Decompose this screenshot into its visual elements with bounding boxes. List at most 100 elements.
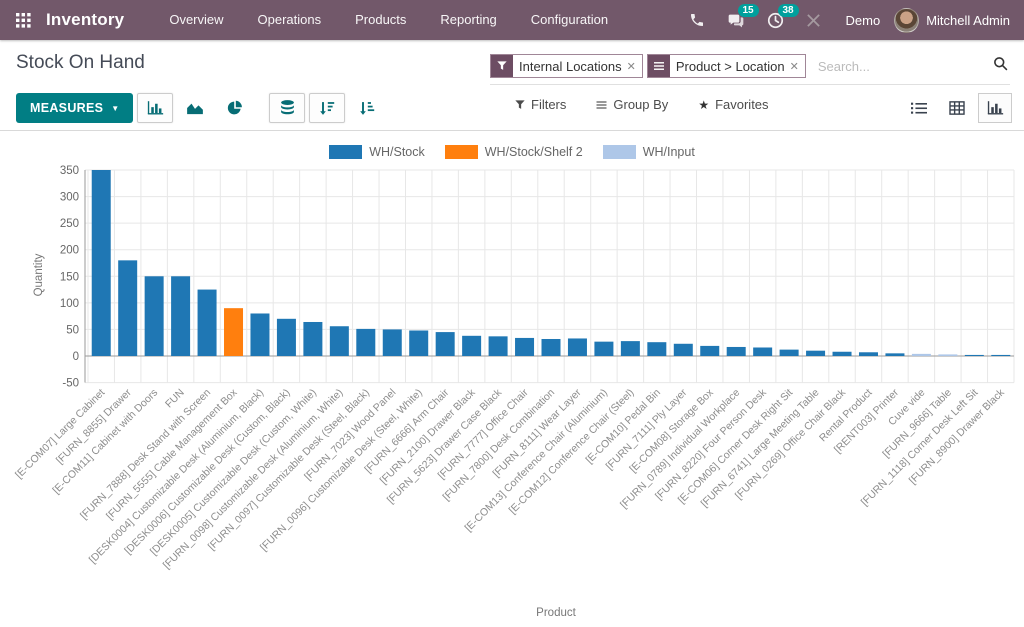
control-panel: Stock On Hand Internal Locations ✕ Produ… — [0, 40, 1024, 131]
bar-14[interactable] — [462, 336, 481, 356]
graph-view-button[interactable] — [978, 93, 1012, 123]
star-icon: ★ — [698, 98, 709, 112]
user-name: Mitchell Admin — [926, 13, 1010, 28]
bar-31[interactable] — [912, 354, 931, 356]
bar-33[interactable] — [965, 355, 984, 356]
bar-1[interactable] — [118, 260, 137, 356]
user-avatar — [894, 8, 919, 33]
debug-tools-button[interactable] — [795, 0, 832, 40]
voip-button[interactable] — [678, 0, 716, 40]
bar-17[interactable] — [542, 339, 561, 356]
line-chart-mode-button[interactable] — [177, 93, 213, 123]
bar-24[interactable] — [727, 347, 746, 356]
favorites-label: Favorites — [715, 97, 768, 112]
grid-icon — [16, 13, 31, 28]
bar-15[interactable] — [489, 336, 508, 356]
y-tick-label: -50 — [62, 378, 79, 390]
user-menu[interactable]: Mitchell Admin — [894, 8, 1024, 33]
measures-button[interactable]: MEASURES ▼ — [16, 93, 133, 123]
messages-button[interactable]: 15 — [716, 0, 756, 40]
bar-2[interactable] — [145, 276, 164, 356]
top-nav-bar: Inventory Overview Operations Products R… — [0, 0, 1024, 40]
bar-20[interactable] — [621, 341, 640, 356]
bar-chart-mode-button[interactable] — [137, 93, 173, 123]
bar-11[interactable] — [383, 329, 402, 356]
facet-groupby-label: Product > Location — [676, 59, 785, 74]
sort-desc-icon — [319, 101, 335, 116]
company-name[interactable]: Demo — [832, 13, 895, 28]
menu-overview[interactable]: Overview — [152, 0, 240, 40]
bar-16[interactable] — [515, 338, 534, 356]
chevron-down-icon: ▼ — [111, 104, 119, 113]
bar-19[interactable] — [594, 342, 613, 356]
filters-button[interactable]: Filters — [515, 97, 566, 112]
page-title: Stock On Hand — [16, 52, 145, 74]
bar-27[interactable] — [806, 351, 825, 356]
bar-34[interactable] — [991, 355, 1010, 356]
search-icon[interactable] — [993, 56, 1008, 76]
list-view-button[interactable] — [902, 93, 936, 123]
bar-21[interactable] — [647, 342, 666, 356]
bar-6[interactable] — [250, 313, 269, 356]
search-facet-groupby: Product > Location ✕ — [647, 54, 806, 78]
sort-asc-icon — [359, 101, 375, 116]
y-axis-title: Quantity — [33, 253, 45, 296]
group-by-button[interactable]: Group By — [596, 97, 668, 112]
bar-12[interactable] — [409, 330, 428, 356]
table-icon — [949, 101, 965, 115]
bar-7[interactable] — [277, 319, 296, 356]
area-chart-icon — [186, 101, 204, 115]
phone-icon — [689, 12, 705, 28]
search-input[interactable]: Search... — [818, 59, 993, 74]
sort-asc-button[interactable] — [349, 93, 385, 123]
bar-23[interactable] — [700, 346, 719, 356]
bars-icon — [596, 100, 607, 110]
filter-icon — [515, 100, 525, 110]
bar-0[interactable] — [92, 170, 111, 356]
menu-reporting[interactable]: Reporting — [423, 0, 513, 40]
bar-9[interactable] — [330, 326, 349, 356]
stock-on-hand-chart[interactable]: Quantity Product -5005010015020025030035… — [0, 131, 1024, 627]
pie-chart-mode-button[interactable] — [217, 93, 253, 123]
activities-button[interactable]: 38 — [756, 0, 795, 40]
facet-remove-icon[interactable]: ✕ — [627, 60, 636, 73]
apps-menu-icon[interactable] — [0, 0, 46, 40]
filters-label: Filters — [531, 97, 566, 112]
search-bar[interactable]: Internal Locations ✕ Product > Location … — [490, 54, 1010, 85]
y-tick-label: 150 — [60, 271, 79, 283]
bar-13[interactable] — [436, 332, 455, 356]
bar-30[interactable] — [885, 353, 904, 356]
facet-remove-icon[interactable]: ✕ — [790, 60, 799, 73]
favorites-button[interactable]: ★ Favorites — [698, 97, 768, 112]
search-facet-filter: Internal Locations ✕ — [490, 54, 643, 78]
y-tick-label: 350 — [60, 165, 79, 177]
y-tick-label: 200 — [60, 245, 79, 257]
database-icon — [280, 100, 295, 116]
bar-5[interactable] — [224, 308, 243, 356]
stacked-toggle-button[interactable] — [269, 93, 305, 123]
tools-icon — [806, 13, 821, 28]
menu-products[interactable]: Products — [338, 0, 423, 40]
filter-icon — [491, 55, 513, 77]
y-tick-label: 300 — [60, 192, 79, 204]
view-switcher — [898, 93, 1012, 123]
bar-8[interactable] — [303, 322, 322, 356]
menu-configuration[interactable]: Configuration — [514, 0, 625, 40]
sort-desc-button[interactable] — [309, 93, 345, 123]
bar-25[interactable] — [753, 347, 772, 356]
bar-32[interactable] — [938, 354, 957, 356]
group-by-icon — [648, 55, 670, 77]
y-tick-label: 0 — [73, 351, 79, 363]
bar-26[interactable] — [780, 350, 799, 356]
menu-operations[interactable]: Operations — [241, 0, 339, 40]
app-name[interactable]: Inventory — [46, 10, 124, 30]
bar-22[interactable] — [674, 344, 693, 356]
bar-29[interactable] — [859, 352, 878, 356]
pivot-view-button[interactable] — [940, 93, 974, 123]
bar-18[interactable] — [568, 338, 587, 356]
bar-28[interactable] — [833, 352, 852, 356]
graph-view: WH/StockWH/Stock/Shelf 2WH/Input Quantit… — [0, 131, 1024, 627]
bar-3[interactable] — [171, 276, 190, 356]
bar-4[interactable] — [198, 290, 217, 356]
bar-10[interactable] — [356, 329, 375, 356]
